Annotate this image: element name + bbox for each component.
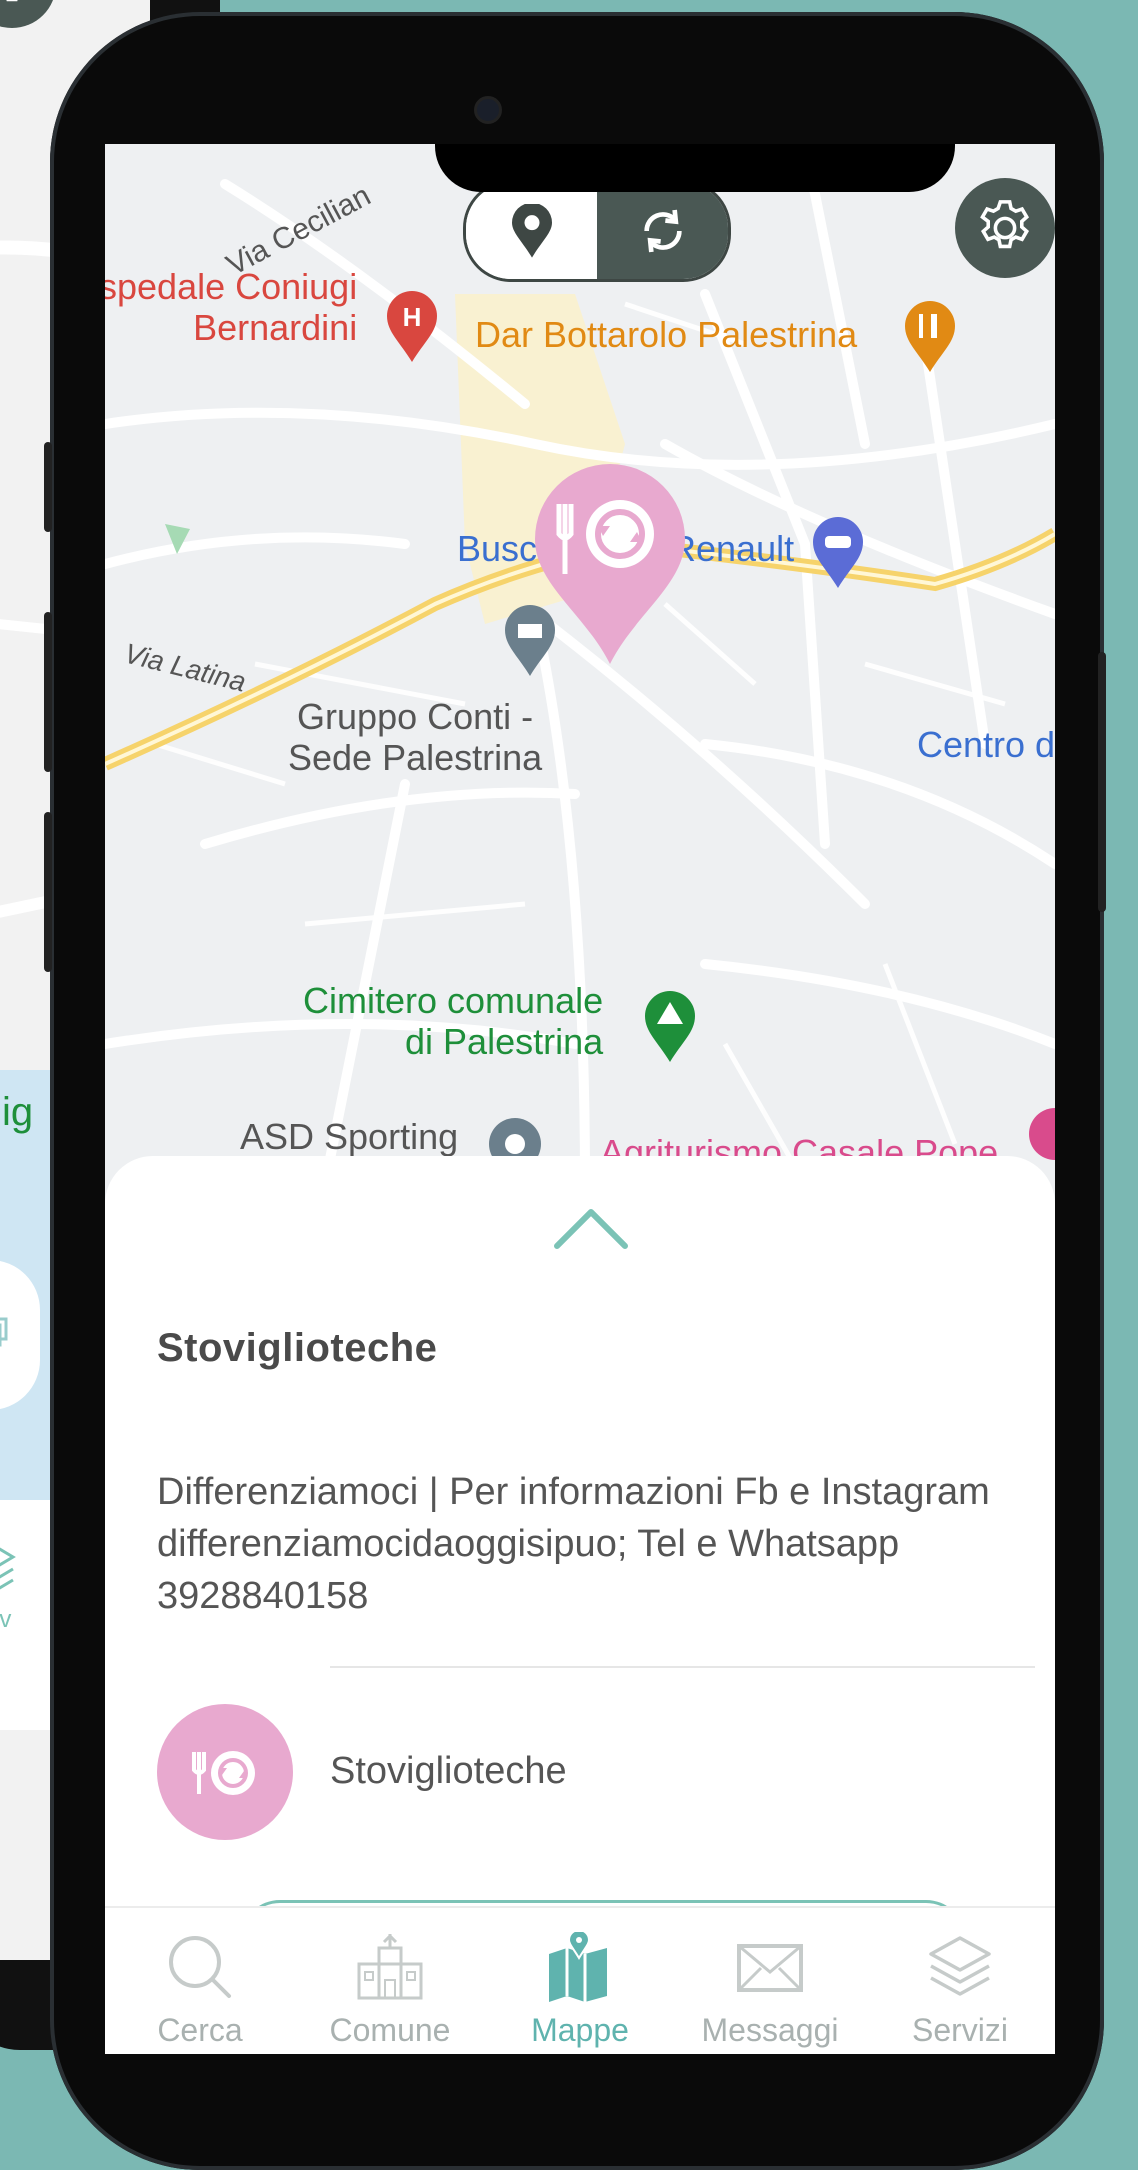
poi-label-cimitero: Cimitero comunale di Palestrina [303, 980, 604, 1063]
tab-mappe[interactable]: Mappe [485, 1908, 675, 2054]
map-mode-toggle[interactable] [463, 180, 731, 282]
search-icon [169, 1936, 231, 1998]
poi-label-renault: Renault [670, 528, 795, 569]
background-partial-label: ig [2, 1090, 34, 1134]
poi-label-centro: Centro d [917, 724, 1055, 765]
tab-label: Comune [329, 2012, 451, 2048]
tab-cerca[interactable]: Cerca [105, 1908, 295, 2054]
background-tab-label: Serv [0, 1606, 12, 1633]
map-pin-icon [511, 204, 552, 258]
town-hall-icon [357, 1933, 423, 2000]
map-icon [549, 1932, 607, 2002]
map-mode-cycle-button[interactable] [597, 183, 728, 279]
tab-comune[interactable]: Comune [295, 1908, 485, 2054]
phone-side-button [44, 442, 52, 532]
poi-label-hospital: spedale Coniugi Bernardini [105, 266, 358, 349]
poi-label-restaurant: Dar Bottarolo Palestrina [475, 314, 858, 355]
phone-volume-up [44, 612, 52, 772]
refresh-cycle-icon [643, 209, 682, 253]
layers-icon [929, 1936, 991, 1996]
location-detail-sheet[interactable]: Stoviglioteche Differenziamoci | Per inf… [105, 1156, 1055, 1986]
map-mode-pin-button[interactable] [466, 183, 597, 279]
tab-label: Mappe [531, 2012, 629, 2048]
stack-icon [0, 1317, 8, 1347]
phone-power-button [1098, 652, 1106, 912]
phone-volume-down [44, 812, 52, 972]
app-screen: H Via Cecilian spedale Coniugi Bernardin… [105, 144, 1055, 2054]
poi-label-gruppo-conti: Gruppo Conti - Sede Palestrina [288, 696, 543, 779]
chevron-up-icon[interactable] [553, 1206, 629, 1250]
layers-icon [0, 1547, 16, 1590]
selected-location-pin[interactable] [535, 464, 685, 664]
tab-label: Messaggi [701, 2012, 839, 2048]
sheet-description: Differenziamoci | Per informazioni Fb e … [157, 1471, 990, 1617]
settings-button[interactable] [955, 178, 1055, 278]
gear-icon [6, 0, 18, 2]
tab-messaggi[interactable]: Messaggi [675, 1908, 865, 2054]
tab-label: Cerca [157, 2012, 243, 2048]
poi-label-busc: Busc [457, 528, 538, 569]
background-tab-servizi[interactable]: Serv [0, 1540, 40, 1660]
sheet-title: Stoviglioteche [157, 1326, 438, 1370]
tab-label: Servizi [911, 2012, 1008, 2048]
category-avatar [157, 1704, 293, 1840]
category-label: Stoviglioteche [330, 1750, 567, 1792]
envelope-icon [737, 1944, 803, 1992]
gear-icon [980, 200, 1030, 249]
phone-notch [435, 144, 955, 192]
tab-servizi[interactable]: Servizi [865, 1908, 1055, 2054]
cutlery-recycle-icon [192, 1751, 255, 1795]
front-camera [474, 96, 502, 124]
divider [330, 1666, 1035, 1668]
poi-label-asd-sporting: ASD Sporting [240, 1116, 459, 1157]
svg-text:H: H [403, 302, 422, 332]
bottom-tab-bar: Cerca Comune Mappe Messaggi Servizi [105, 1906, 1055, 2054]
